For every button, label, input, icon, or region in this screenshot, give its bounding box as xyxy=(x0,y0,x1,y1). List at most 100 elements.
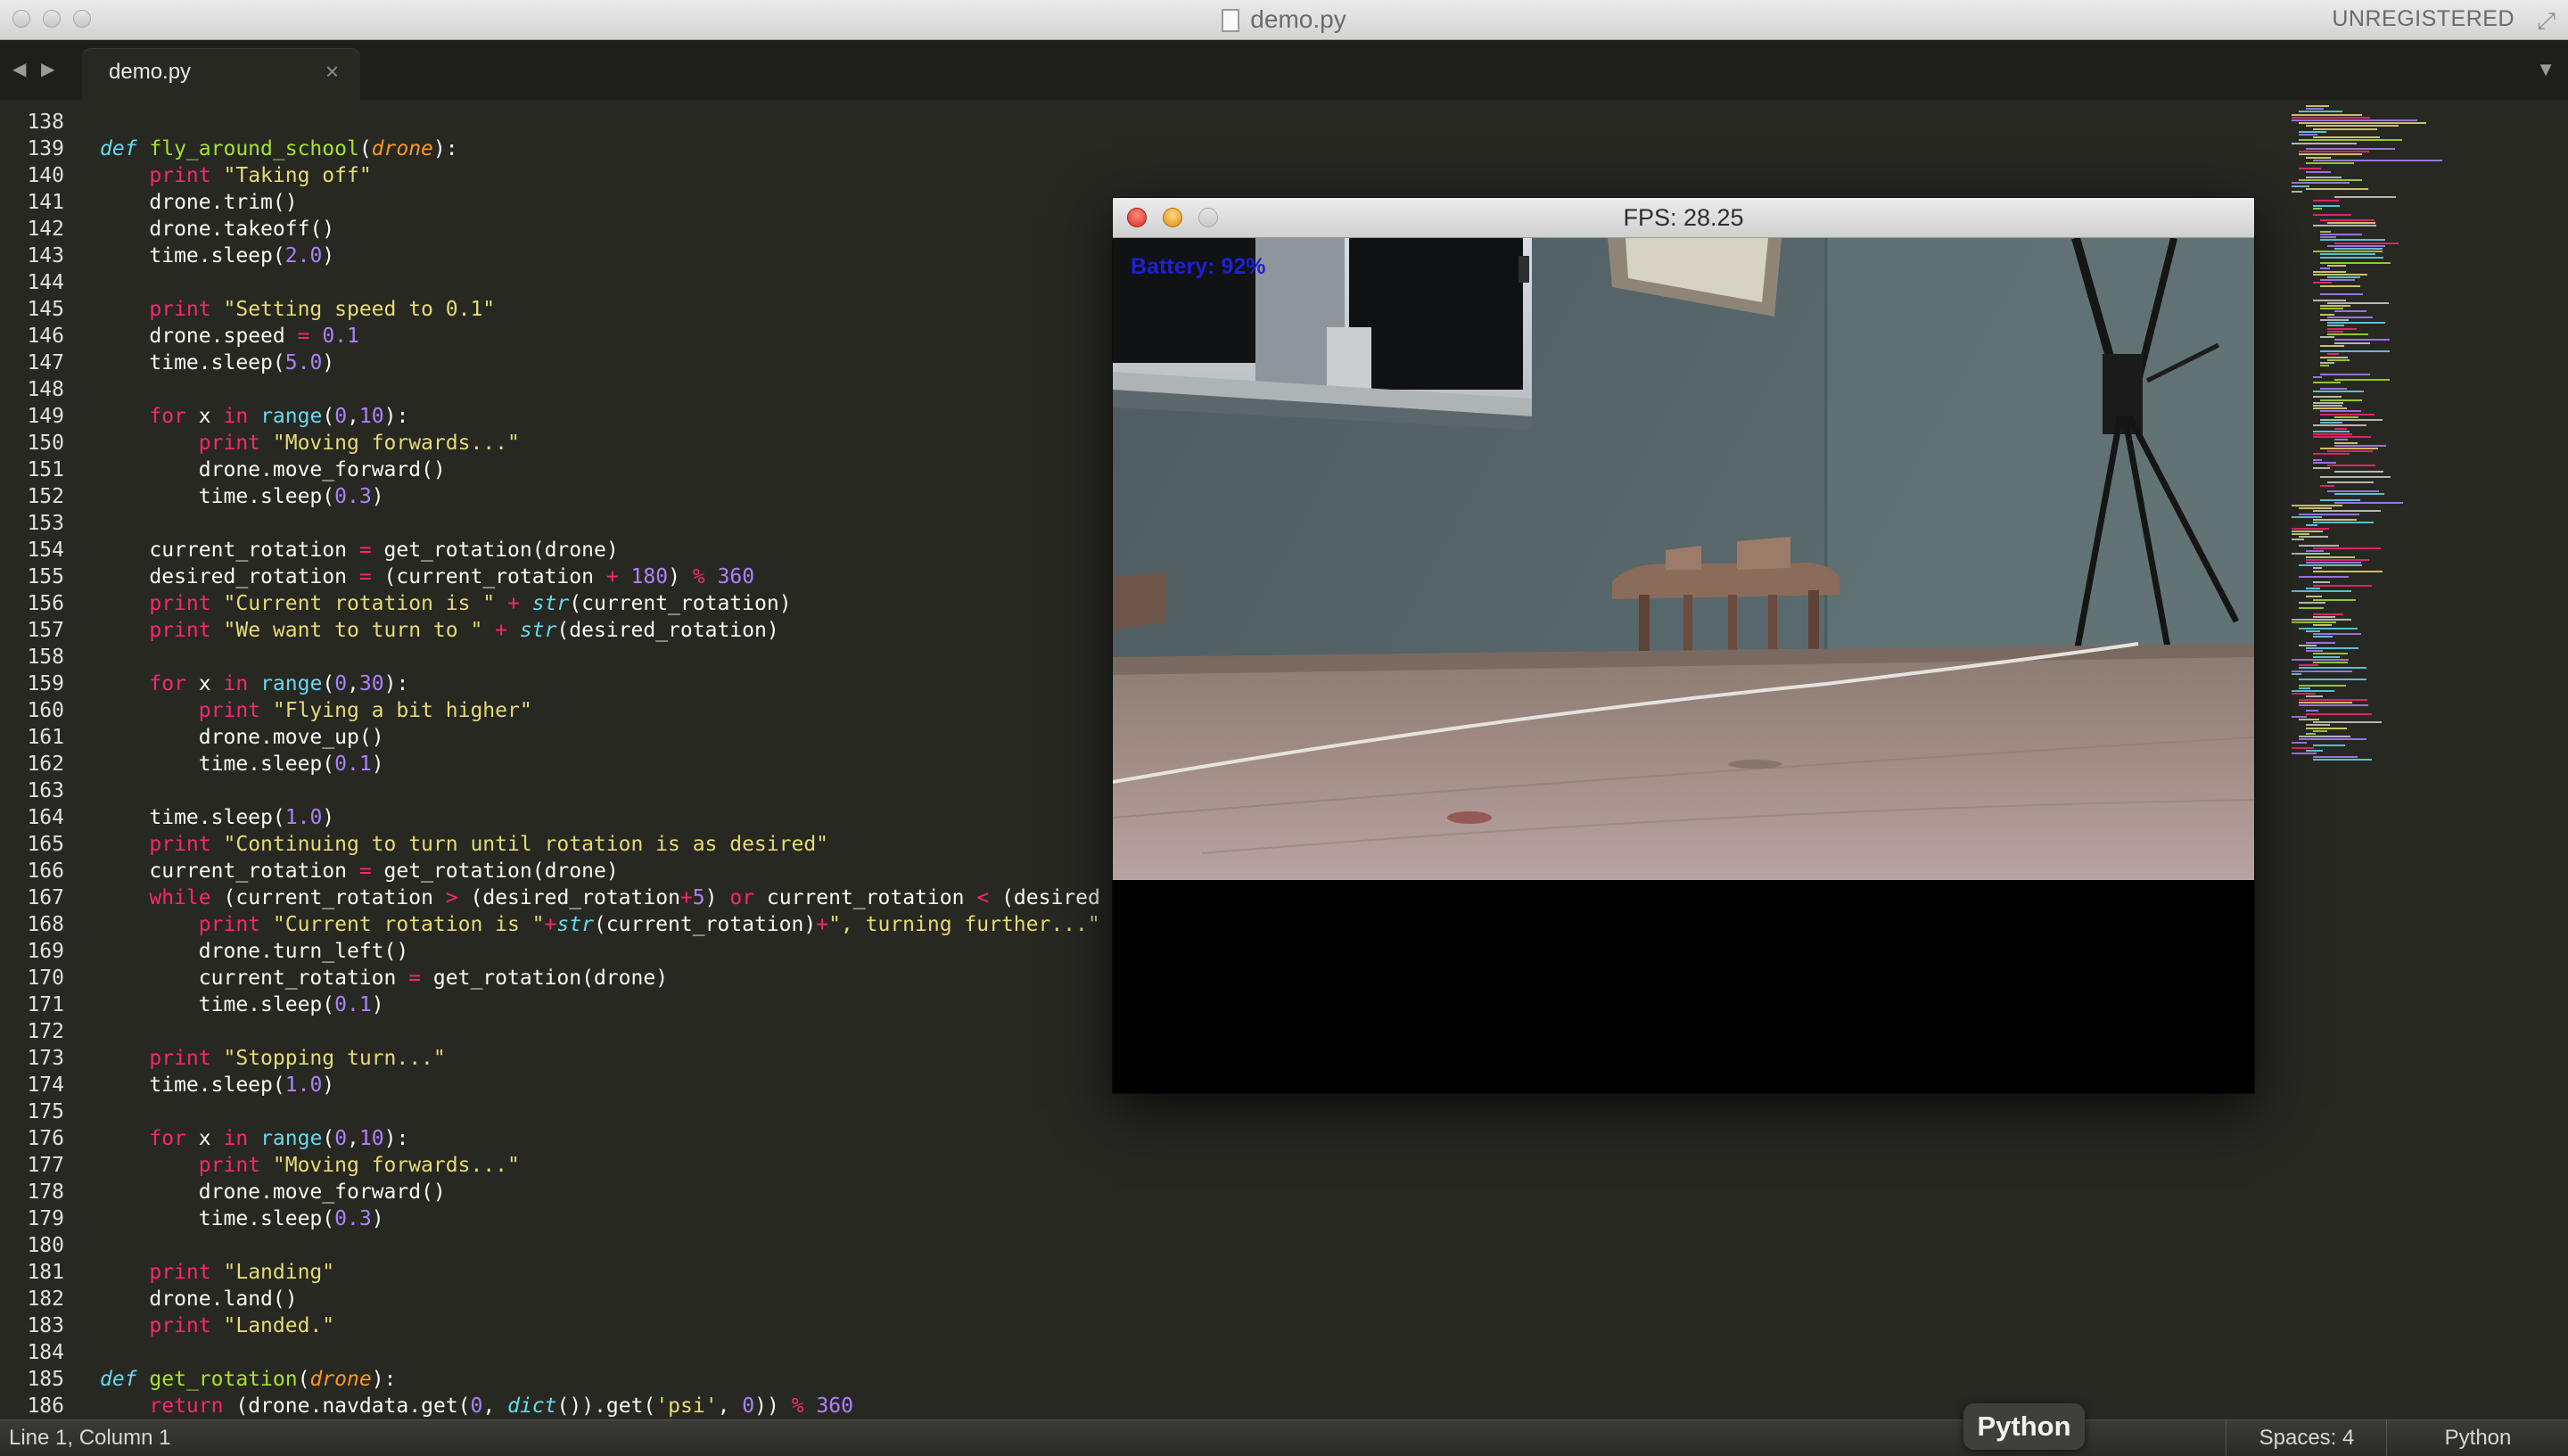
code-line[interactable]: print "Taking off" xyxy=(100,162,1100,189)
nav-forward-icon[interactable]: ▶ xyxy=(41,58,54,80)
minimap-line xyxy=(2327,276,2360,278)
code-line[interactable]: print "Moving forwards..." xyxy=(100,430,1100,457)
line-number: 177 xyxy=(27,1154,64,1177)
minimap-line xyxy=(2292,741,2307,744)
fullscreen-icon[interactable]: ⤢ xyxy=(2537,7,2556,36)
line-number: 163 xyxy=(27,779,64,802)
code-line[interactable]: print "Current rotation is "+str(current… xyxy=(100,911,1100,938)
code-line[interactable]: time.sleep(0.1) xyxy=(100,991,1100,1018)
indentation-selector[interactable]: Spaces: 4 xyxy=(2226,1420,2387,1456)
minimap-line xyxy=(2327,327,2357,330)
code-line[interactable]: time.sleep(0.1) xyxy=(100,751,1100,777)
code-line[interactable] xyxy=(100,777,1100,804)
minimap-line xyxy=(2306,562,2361,563)
code-line[interactable]: print "Moving forwards..." xyxy=(100,1152,1100,1179)
code-line[interactable] xyxy=(100,644,1100,670)
code-line[interactable]: time.sleep(5.0) xyxy=(100,350,1100,376)
minimap-line xyxy=(2313,615,2335,618)
tab-menu-icon[interactable]: ▼ xyxy=(2536,58,2556,81)
minimap-line xyxy=(2334,439,2348,441)
minimap-line xyxy=(2334,248,2383,250)
code-line[interactable]: def get_rotation(drone): xyxy=(100,1366,1100,1393)
code-line[interactable]: drone.move_up() xyxy=(100,724,1100,751)
syntax-popup: Python xyxy=(1963,1403,2085,1450)
code-line[interactable]: time.sleep(1.0) xyxy=(100,1072,1100,1098)
minimap-line xyxy=(2306,724,2330,727)
code-line[interactable]: drone.move_forward() xyxy=(100,457,1100,483)
code-line[interactable] xyxy=(100,1018,1100,1045)
code-line[interactable]: drone.turn_left() xyxy=(100,938,1100,965)
code-line[interactable]: drone.takeoff() xyxy=(100,216,1100,243)
code-line[interactable] xyxy=(100,269,1100,296)
minimap-line xyxy=(2299,698,2367,701)
code-line[interactable] xyxy=(100,510,1100,537)
minimap-line xyxy=(2313,721,2382,724)
tab-demo-py[interactable]: demo.py × xyxy=(82,49,360,100)
file-icon xyxy=(1222,9,1240,32)
minimap-line xyxy=(2299,536,2328,539)
line-number: 149 xyxy=(27,405,64,428)
minimap-line xyxy=(2313,433,2352,435)
code-line[interactable]: drone.speed = 0.1 xyxy=(100,323,1100,350)
code-line[interactable]: for x in range(0,30): xyxy=(100,670,1100,697)
camera-window[interactable]: FPS: 28.25 Battery: 92% xyxy=(1113,198,2254,1093)
code-line[interactable]: time.sleep(2.0) xyxy=(100,243,1100,269)
code-line[interactable]: time.sleep(0.3) xyxy=(100,1205,1100,1232)
code-line[interactable]: drone.trim() xyxy=(100,189,1100,216)
code-line[interactable]: drone.move_forward() xyxy=(100,1179,1100,1205)
minimap-line xyxy=(2327,222,2375,225)
code-line[interactable]: print "We want to turn to " + str(desire… xyxy=(100,617,1100,644)
code-line[interactable]: drone.land() xyxy=(100,1286,1100,1312)
minimap-line xyxy=(2299,564,2362,567)
minimap-line xyxy=(2306,170,2331,173)
line-number: 154 xyxy=(27,539,64,562)
syntax-selector[interactable]: Python xyxy=(2386,1420,2568,1456)
line-number: 183 xyxy=(27,1314,64,1337)
minimap-line xyxy=(2327,330,2343,333)
code-line[interactable] xyxy=(100,1232,1100,1259)
code-line[interactable]: print "Landing" xyxy=(100,1259,1100,1286)
code-line[interactable]: current_rotation = get_rotation(drone) xyxy=(100,965,1100,991)
code-line[interactable]: print "Setting speed to 0.1" xyxy=(100,296,1100,323)
code-line[interactable] xyxy=(100,1339,1100,1366)
code-line[interactable]: for x in range(0,10): xyxy=(100,403,1100,430)
line-number: 150 xyxy=(27,432,64,455)
code-line[interactable] xyxy=(100,109,1100,136)
minimap-line xyxy=(2299,168,2321,170)
minimap-line xyxy=(2313,744,2345,746)
line-number: 185 xyxy=(27,1368,64,1391)
minimap[interactable] xyxy=(2292,105,2514,783)
code-line[interactable]: time.sleep(0.3) xyxy=(100,483,1100,510)
camera-window-titlebar[interactable]: FPS: 28.25 xyxy=(1113,198,2254,238)
code-line[interactable]: time.sleep(1.0) xyxy=(100,804,1100,831)
code-line[interactable]: print "Flying a bit higher" xyxy=(100,697,1100,724)
minimap-line xyxy=(2299,736,2350,738)
nav-back-icon[interactable]: ◀ xyxy=(12,58,26,80)
minimap-line xyxy=(2292,527,2329,530)
code-line[interactable]: while (current_rotation > (desired_rotat… xyxy=(100,884,1099,911)
code-line[interactable]: current_rotation = get_rotation(drone) xyxy=(100,858,1100,884)
line-number: 182 xyxy=(27,1287,64,1311)
code-area[interactable]: def fly_around_school(drone): print "Tak… xyxy=(100,109,1100,1419)
code-line[interactable] xyxy=(100,376,1100,403)
code-line[interactable]: for x in range(0,10): xyxy=(100,1125,1100,1152)
minimap-line xyxy=(2306,712,2372,715)
minimap-line xyxy=(2313,458,2322,461)
minimap-line xyxy=(2320,399,2362,401)
code-line[interactable]: print "Landed." xyxy=(100,1312,1100,1339)
minimap-line xyxy=(2334,339,2390,341)
code-line[interactable]: current_rotation = get_rotation(drone) xyxy=(100,537,1100,563)
code-line[interactable] xyxy=(100,1098,1100,1125)
code-line[interactable]: print "Current rotation is " + str(curre… xyxy=(100,590,1100,617)
minimap-line xyxy=(2306,587,2320,589)
code-line[interactable]: desired_rotation = (current_rotation + 1… xyxy=(100,563,1100,590)
minimap-line xyxy=(2292,672,2301,675)
close-icon[interactable]: × xyxy=(325,58,339,86)
code-line[interactable]: print "Stopping turn..." xyxy=(100,1045,1100,1072)
minimap-line xyxy=(2313,376,2322,378)
minimap-line xyxy=(2320,350,2390,353)
code-line[interactable]: return (drone.navdata.get(0, dict()).get… xyxy=(100,1393,1100,1419)
code-line[interactable]: def fly_around_school(drone): xyxy=(100,136,1100,162)
unregistered-label: UNREGISTERED xyxy=(2332,6,2514,31)
code-line[interactable]: print "Continuing to turn until rotation… xyxy=(100,831,1100,858)
